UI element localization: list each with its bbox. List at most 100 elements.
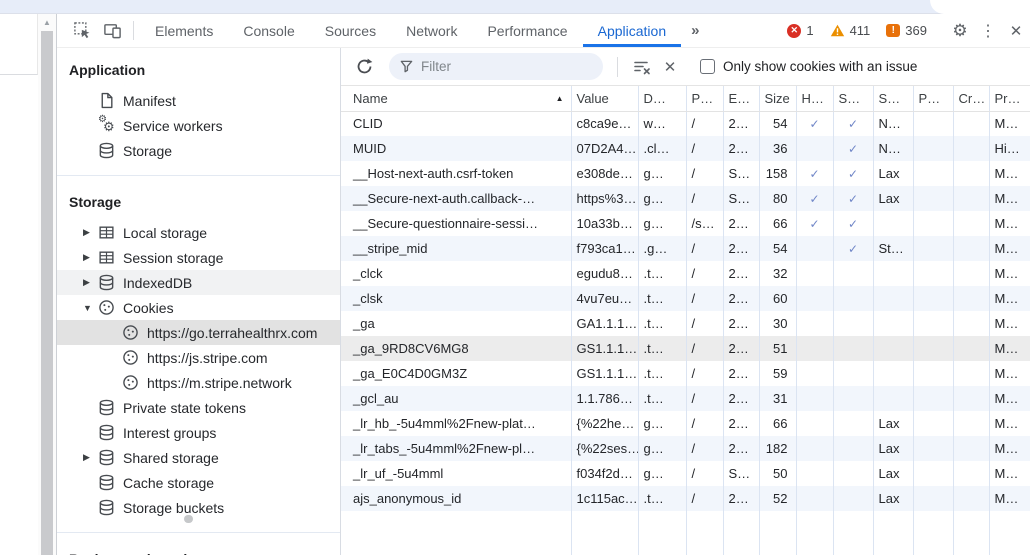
cell-secure[interactable] (833, 336, 873, 361)
cell-name[interactable]: __Host-next-auth.csrf-token (341, 161, 571, 186)
cell-path[interactable]: / (686, 361, 723, 386)
page-scrollbar[interactable]: ▲ (38, 14, 56, 555)
cell-value[interactable]: e308de… (571, 161, 638, 186)
cell-domain[interactable]: g… (638, 411, 686, 436)
sidebar-item-service-workers[interactable]: ⚙⚙Service workers (57, 113, 340, 138)
cell-name[interactable]: _gcl_au (341, 386, 571, 411)
cell-same_site[interactable]: N… (873, 111, 913, 136)
table-row-clck[interactable]: _clckegudu8….t…/2…32M… (341, 261, 1030, 286)
sidebar-item-https-go-terrahealthrx-com[interactable]: https://go.terrahealthrx.com (57, 320, 340, 345)
cell-same_site[interactable]: Lax (873, 161, 913, 186)
filter-field[interactable] (389, 53, 603, 80)
cell-priority[interactable]: M… (989, 486, 1030, 511)
sidebar-item-cookies[interactable]: ▼Cookies (57, 295, 340, 320)
cell-value[interactable]: 07D2A4… (571, 136, 638, 161)
only-issues-label[interactable]: Only show cookies with an issue (723, 59, 917, 74)
tab-network[interactable]: Network (391, 14, 472, 47)
sidebar-item-session-storage[interactable]: ▶Session storage (57, 245, 340, 270)
tab-application[interactable]: Application (583, 14, 682, 47)
tab-sources[interactable]: Sources (310, 14, 391, 47)
cell-name[interactable]: __stripe_mid (341, 236, 571, 261)
table-row-ajs-anonymous-id[interactable]: ajs_anonymous_id1c115ac….t…/2…52LaxM… (341, 486, 1030, 511)
cell-same_site[interactable] (873, 386, 913, 411)
column-header-domain[interactable]: D… (638, 86, 686, 111)
cell-http_only[interactable] (796, 236, 833, 261)
cell-value[interactable]: 1c115ac… (571, 486, 638, 511)
sidebar-item-indexeddb[interactable]: ▶IndexedDB (57, 270, 340, 295)
sidebar-scrollbar-thumb[interactable] (184, 515, 193, 523)
cell-expires[interactable]: S… (723, 161, 759, 186)
cell-name[interactable]: _lr_tabs_-5u4mml%2Fnew-pl… (341, 436, 571, 461)
cell-domain[interactable]: .t… (638, 386, 686, 411)
cell-expires[interactable]: S… (723, 461, 759, 486)
cell-partition_key[interactable] (913, 211, 953, 236)
cell-secure[interactable]: ✓ (833, 111, 873, 136)
cell-path[interactable]: / (686, 486, 723, 511)
cell-path[interactable]: / (686, 311, 723, 336)
cell-size[interactable]: 31 (759, 386, 796, 411)
cell-size[interactable]: 36 (759, 136, 796, 161)
cell-partition_key[interactable] (913, 486, 953, 511)
cell-expires[interactable]: 2… (723, 286, 759, 311)
cell-path[interactable]: / (686, 111, 723, 136)
cell-value[interactable]: https%3… (571, 186, 638, 211)
sidebar-item-manifest[interactable]: Manifest (57, 88, 340, 113)
cell-secure[interactable]: ✓ (833, 211, 873, 236)
errors-badge[interactable]: ✕ 1 (787, 23, 813, 38)
cell-cross_site[interactable] (953, 111, 989, 136)
cell-cross_site[interactable] (953, 236, 989, 261)
cell-value[interactable]: egudu8… (571, 261, 638, 286)
cell-size[interactable]: 66 (759, 411, 796, 436)
cell-priority[interactable]: M… (989, 211, 1030, 236)
cell-cross_site[interactable] (953, 461, 989, 486)
cell-partition_key[interactable] (913, 286, 953, 311)
cell-path[interactable]: / (686, 136, 723, 161)
cell-size[interactable]: 80 (759, 186, 796, 211)
sidebar-item-shared-storage[interactable]: ▶Shared storage (57, 445, 340, 470)
cell-cross_site[interactable] (953, 436, 989, 461)
cell-value[interactable]: GS1.1.1… (571, 336, 638, 361)
cell-secure[interactable] (833, 286, 873, 311)
cell-size[interactable]: 30 (759, 311, 796, 336)
cell-partition_key[interactable] (913, 436, 953, 461)
cell-domain[interactable]: .t… (638, 486, 686, 511)
cell-cross_site[interactable] (953, 361, 989, 386)
chevron-right-icon[interactable]: ▶ (83, 277, 97, 288)
cell-path[interactable]: / (686, 186, 723, 211)
column-header-size[interactable]: Size (759, 86, 796, 111)
cell-expires[interactable]: 2… (723, 336, 759, 361)
inspect-element-button[interactable] (67, 14, 97, 47)
sidebar-item-https-js-stripe-com[interactable]: https://js.stripe.com (57, 345, 340, 370)
cell-path[interactable]: /s… (686, 211, 723, 236)
cell-expires[interactable]: 2… (723, 111, 759, 136)
cell-size[interactable]: 59 (759, 361, 796, 386)
cell-http_only[interactable]: ✓ (796, 186, 833, 211)
cell-priority[interactable]: M… (989, 361, 1030, 386)
cell-priority[interactable]: M… (989, 461, 1030, 486)
cell-domain[interactable]: .t… (638, 286, 686, 311)
cell-http_only[interactable] (796, 311, 833, 336)
cell-expires[interactable]: 2… (723, 261, 759, 286)
cell-size[interactable]: 50 (759, 461, 796, 486)
cell-same_site[interactable]: Lax (873, 436, 913, 461)
table-row-lr-hb-5u4mml-2fnew-plat[interactable]: _lr_hb_-5u4mml%2Fnew-plat…{%22he…g…/2…66… (341, 411, 1030, 436)
cell-cross_site[interactable] (953, 311, 989, 336)
cell-domain[interactable]: w… (638, 111, 686, 136)
chevron-right-icon[interactable]: ▶ (83, 452, 97, 463)
table-row-ga-9rd8cv6mg8[interactable]: _ga_9RD8CV6MG8GS1.1.1….t…/2…51M… (341, 336, 1030, 361)
cell-http_only[interactable] (796, 461, 833, 486)
cell-secure[interactable] (833, 311, 873, 336)
cell-name[interactable]: __Secure-questionnaire-sessi… (341, 211, 571, 236)
scrollbar-thumb[interactable] (41, 31, 53, 555)
cell-partition_key[interactable] (913, 361, 953, 386)
table-row-lr-uf-5u4mml[interactable]: _lr_uf_-5u4mmlf034f2d…g…/S…50LaxM… (341, 461, 1030, 486)
cell-domain[interactable]: g… (638, 186, 686, 211)
device-toolbar-button[interactable] (97, 14, 127, 47)
cell-secure[interactable]: ✓ (833, 136, 873, 161)
scrollbar-up-arrow-icon[interactable]: ▲ (38, 14, 56, 30)
cell-size[interactable]: 54 (759, 111, 796, 136)
cell-priority[interactable]: M… (989, 436, 1030, 461)
cell-secure[interactable] (833, 486, 873, 511)
chevron-right-icon[interactable]: ▶ (83, 227, 97, 238)
warnings-badge[interactable]: 411 (830, 23, 871, 38)
